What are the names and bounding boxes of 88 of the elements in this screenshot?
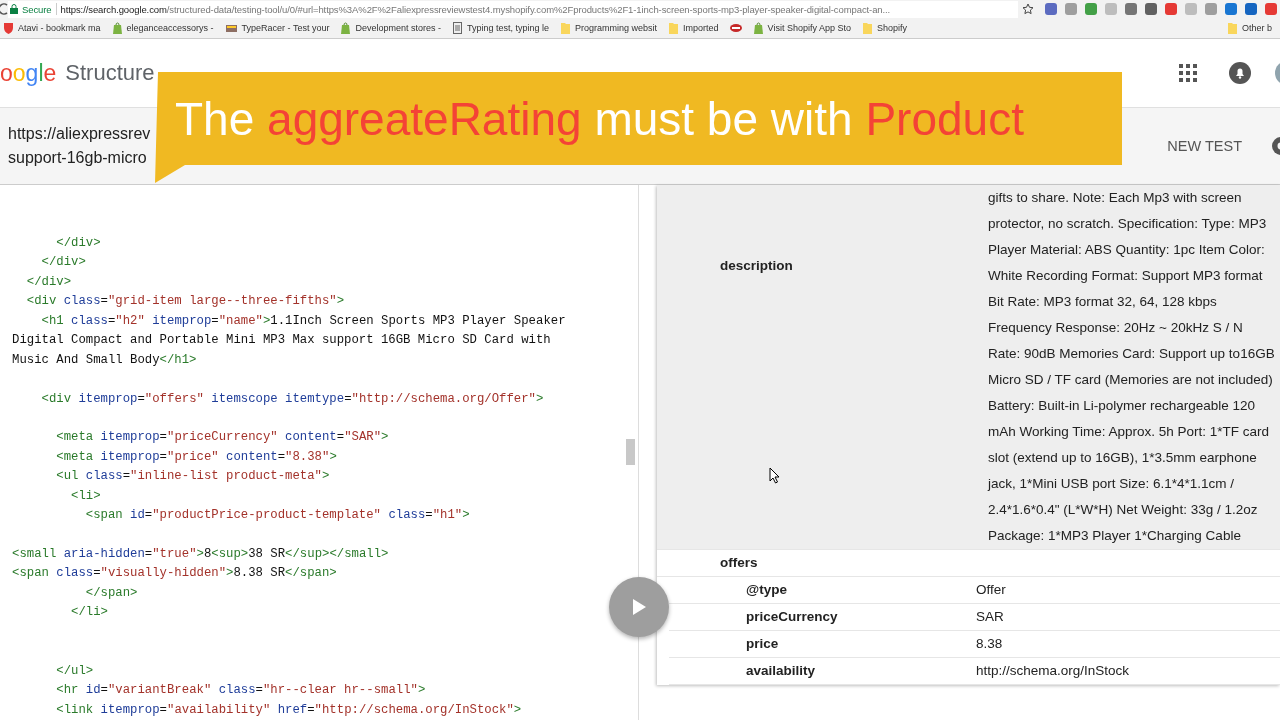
code-line: Digital Compact and Portable Mini MP3 Max support 16GB Micro SD Card with	[11, 332, 551, 350]
result-row[interactable]: availability http://schema.org/InStock	[669, 658, 1280, 685]
extension-icon[interactable]	[1264, 2, 1278, 16]
property-value: http://schema.org/InStock	[976, 662, 1131, 680]
code-line: <ul class="inline-list product-meta">	[55, 468, 330, 486]
keyboard-icon	[224, 22, 238, 34]
code-line: <span id="productPrice-product-template" class="h1">	[84, 507, 470, 525]
reload-icon[interactable]	[0, 3, 8, 15]
property-value: Offer	[976, 581, 1007, 599]
code-line: <meta itemprop="priceCurrency" content="SAR">	[55, 429, 389, 447]
property-label: offers	[720, 554, 758, 572]
code-line: <li>	[70, 487, 101, 505]
extension-icon[interactable]	[1084, 2, 1098, 16]
code-line: <meta itemprop="price" content="8.38">	[55, 448, 337, 466]
code-line: <h1 class="h2" itemprop="name">1.1Inch Screen Sports MP3 Player Speaker	[40, 312, 566, 330]
code-line: <hr id="variantBreak" class="hr--clear hr--small">	[55, 682, 426, 700]
secure-label: Secure	[22, 3, 52, 15]
code-line: </ul>	[55, 662, 94, 680]
bookmark-link[interactable]: Imported	[683, 23, 719, 33]
bookmark-link[interactable]: Visit Shopify App Sto	[767, 23, 851, 33]
play-icon	[631, 598, 647, 616]
code-line: </li>	[70, 604, 108, 622]
bookmark-link[interactable]: Development stores -	[355, 23, 441, 33]
property-label: price	[746, 635, 779, 653]
logo-text: oogle	[0, 59, 57, 87]
property-label: priceCurrency	[746, 608, 838, 626]
code-line: </div>	[25, 273, 72, 291]
callout-text: The aggreateRating must be with Product	[175, 92, 1024, 146]
extension-icon[interactable]	[1064, 2, 1078, 16]
avatar-icon[interactable]	[1275, 61, 1280, 85]
bookmark-link[interactable]: Typing test, typing le	[467, 23, 550, 33]
extension-icon[interactable]	[1204, 2, 1218, 16]
code-line: </div>	[55, 235, 101, 252]
extension-icon[interactable]	[1224, 2, 1238, 16]
result-row[interactable]: @type Offer	[669, 577, 1280, 604]
new-test-button[interactable]: NEW TEST	[1159, 132, 1250, 160]
bookmark-link[interactable]: Other b	[1242, 23, 1272, 33]
code-line: Music And Small Body</h1>	[11, 351, 197, 369]
bookmark-link[interactable]: Programming websit	[575, 23, 658, 33]
bag-icon	[340, 22, 352, 34]
extension-icon[interactable]	[1164, 2, 1178, 16]
folder-icon	[1227, 22, 1238, 34]
page-icon	[452, 22, 463, 34]
lock-icon	[10, 4, 18, 14]
extension-icon[interactable]	[1044, 2, 1058, 16]
property-label: description	[720, 257, 793, 275]
property-label: availability	[746, 662, 816, 680]
code-line: </div>	[40, 254, 86, 272]
code-line: <small aria-hidden="true">8<sup>38 SR</sup></small>	[11, 546, 389, 563]
url-text: https://aliexpressrev	[8, 124, 151, 144]
result-row[interactable]: offers	[657, 550, 1280, 577]
code-line: <span class="visually-hidden">8.38 SR</span>	[11, 565, 337, 583]
extension-icon[interactable]	[1124, 2, 1138, 16]
shield-icon	[3, 22, 14, 34]
address-bar[interactable]: Secure https://search.google.com/structured-data/testing-tool/u/0/#url=https%3A%2F%2Faliexpressreviewstest4.myshopify.com%2Fproducts%2F1-1inch-screen-sports-mp3-player-speaker-digital-compact-an...	[8, 0, 1018, 18]
result-row[interactable]: priceCurrency SAR	[669, 604, 1280, 631]
property-value: SAR	[976, 608, 1005, 626]
code-line: <div class="grid-item large--three-fifths">	[25, 293, 345, 311]
scrollbar-thumb[interactable]	[626, 439, 635, 465]
lips-icon	[729, 23, 742, 33]
bookmark-link[interactable]: TypeRacer - Test your	[241, 23, 330, 33]
bookmark-link[interactable]: Shopify	[877, 23, 908, 33]
settings-icon[interactable]	[1270, 135, 1280, 157]
code-line: <div itemprop="offers" itemscope itemtype="http://schema.org/Offer">	[40, 390, 544, 408]
apps-grid-icon[interactable]	[1179, 64, 1197, 82]
result-row[interactable]	[657, 185, 1280, 550]
bookmark-link[interactable]: Atavi - bookmark ma	[18, 23, 101, 33]
bookmark-link[interactable]: eleganceaccessorys -	[126, 23, 214, 33]
result-row[interactable]: price 8.38	[669, 631, 1280, 658]
bag-icon	[111, 22, 123, 34]
property-value: gifts to share. Note: Each Mp3 with screen protector, no scratch. Specification: Type: MP3 Player Material: ABS Quantity: 1pc Item Color: White Recording Format: Support MP3 format Bit Rate: MP3 format 32, 64, 128 kbps Frequency Response: 20Hz ~ 20kHz S / N Rate: 90dB Memories Card: Support up to16GB Micro SD / TF card (Memories are not included) Battery: Built-in Li-polymer rechargeable 120 mAh Working Time: Approx. 5h Port: 1*TF card slot (extend up to 16GB), 1*3.5mm earphone jack, 1*Mini USB port Size: 6.1*4*1.1cm / 2.4*1.6*0.4" (L*W*H) Net Weight: 33g / 1.2oz Package: 1*MP3 Player 1*Charging Cable	[988, 189, 1276, 545]
property-label: @type	[746, 581, 787, 599]
url-text: support-16gb-micro	[8, 148, 148, 168]
property-value: 8.38	[976, 635, 1004, 653]
cursor-icon	[769, 467, 780, 484]
folder-icon	[862, 22, 873, 34]
extension-icon[interactable]	[1244, 2, 1258, 16]
bag-icon	[752, 22, 764, 34]
extension-icon[interactable]	[1144, 2, 1158, 16]
folder-icon	[668, 22, 680, 34]
bell-icon[interactable]	[1229, 62, 1251, 84]
folder-icon	[560, 22, 572, 34]
code-line: <link itemprop="availability" href="http://schema.org/InStock">	[55, 701, 522, 719]
code-line: </span>	[84, 584, 138, 602]
page-title: Structure	[65, 60, 155, 86]
play-button[interactable]	[609, 577, 669, 637]
star-icon[interactable]	[1022, 3, 1034, 15]
url-text: https://search.google.com/structured-data/testing-tool/u/0/#url=https%3A%2F%2Faliexpressreviewstest4.myshopify.com%2Fproducts%2F1-1inch-screen-sports-mp3-player-speaker-digital-compact-an...	[60, 3, 891, 15]
